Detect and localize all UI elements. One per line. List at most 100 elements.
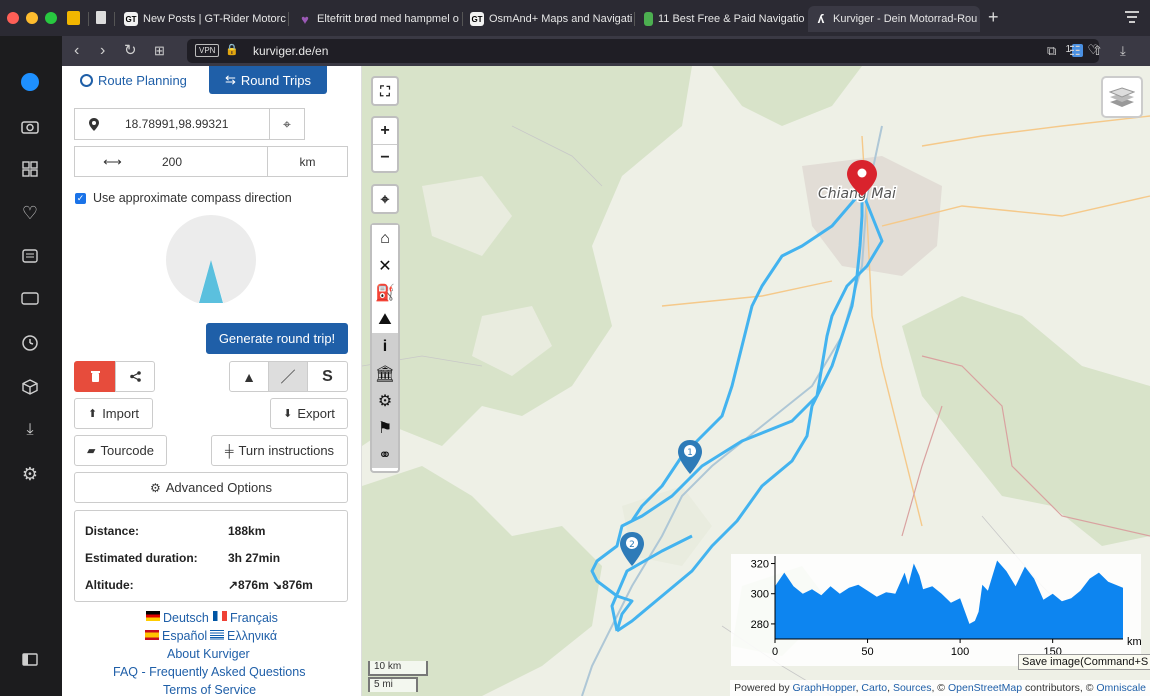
elevation-profile[interactable]: 320 300 280 0 50 100 150 km [731,554,1142,666]
info-icon[interactable]: i [372,333,398,360]
compass-direction-picker[interactable] [165,214,257,306]
tab-route-planning[interactable]: Route Planning [80,66,208,94]
sidebar-toggle-icon[interactable] [19,648,41,670]
waypoint-marker-2[interactable]: 2 [620,532,644,566]
distance-unit: km [267,146,348,177]
tab-osmand[interactable]: GT OsmAnd+ Maps and Navigatio [464,6,632,32]
export-button[interactable]: ⬇ Export [270,398,348,429]
home-icon[interactable]: ⌂ [372,225,398,252]
link-espanol[interactable]: Español [162,629,207,643]
location-marker-icon [74,108,114,140]
flag-icon[interactable]: ⚑ [372,414,398,441]
link-sources[interactable]: Sources [893,682,932,694]
camera-icon[interactable] [19,115,41,137]
zoom-in-button[interactable]: + [373,118,397,144]
locate-me-button[interactable]: ⌖ [269,108,305,140]
zoom-out-button[interactable]: − [373,144,397,170]
link-about[interactable]: About Kurviger [167,647,250,661]
back-button[interactable]: ‹ [74,41,79,61]
turn-instructions-button[interactable]: ╪ Turn instructions [211,435,348,466]
speed-dial-icon[interactable]: ⊞ [154,41,165,61]
compass-checkbox[interactable]: ✓ [75,193,86,204]
tab-navigation-apps[interactable]: 11 Best Free & Paid Navigatio [638,6,806,32]
shield-icon[interactable] [67,11,80,25]
snapshot-icon[interactable]: ⧉ [1047,41,1056,61]
minimize-window-button[interactable] [26,12,38,24]
import-button[interactable]: ⬆ Import [74,398,153,429]
reload-button[interactable]: ↻ [124,41,137,61]
share-button[interactable] [115,361,155,392]
download-icon[interactable]: ⤓ [19,419,41,441]
zoom-window-button[interactable] [45,12,57,24]
fullscreen-icon[interactable]: ⛶ [373,78,397,104]
link-openstreetmap[interactable]: OpenStreetMap [948,682,1022,694]
gear-icon: ⚙ [150,480,161,495]
layers-button[interactable] [1101,76,1143,118]
layers-icon [1109,87,1135,107]
link-francais[interactable]: Français [230,611,278,625]
delete-button[interactable] [74,361,116,392]
tab-menu-icon[interactable] [1125,11,1139,23]
tab-eltefritt[interactable]: ♥ Eltefritt brød med hampmel o [292,6,460,32]
close-window-button[interactable] [7,12,19,24]
lock-icon[interactable]: 🔒 [225,43,239,56]
repair-icon[interactable]: ✕ [372,252,398,279]
elevation-chart: 320300280 0 50 100 150km [751,556,1142,658]
reader-icon[interactable]: ☷ [1069,41,1081,61]
box-icon[interactable] [19,376,41,398]
tab-label: Eltefritt brød med hampmel o [317,13,459,25]
distance-input[interactable]: 200 [150,146,268,177]
museum-icon[interactable]: 🏛 [372,360,398,387]
link-faq[interactable]: FAQ - Frequently Asked Questions [113,665,305,679]
download-icon[interactable]: ⤓ [1120,41,1126,61]
messenger-icon[interactable] [19,71,41,93]
generate-round-trip-button[interactable]: Generate round trip! [206,323,348,354]
address-bar[interactable]: VPN 🔒 kurviger.de/en 1 ♡ [187,39,1099,63]
attribution-prefix: Powered by [734,682,790,694]
history-icon[interactable] [19,332,41,354]
tourcode-button[interactable]: ▰ Tourcode [74,435,167,466]
locate-control[interactable]: ⌖ [371,184,399,214]
advanced-options-button[interactable]: ⚙ Advanced Options [74,472,348,503]
link-terms[interactable]: Terms of Service [163,683,256,696]
settings-icon[interactable]: ⚙ [19,463,41,485]
link-greek[interactable]: Ελληνικά [227,629,277,643]
grid-icon[interactable] [19,158,41,180]
distance-value: 200 [162,154,183,169]
tab-round-trips[interactable]: ⇆ Round Trips [209,66,327,94]
forward-button[interactable]: › [100,41,105,61]
compass-checkbox-label: Use approximate compass direction [93,191,292,205]
link-deutsch[interactable]: Deutsch [163,611,209,625]
page-icon[interactable] [96,11,106,24]
button-label: Import [102,406,140,421]
tab-gt-rider[interactable]: GT New Posts | GT-Rider Motorc [118,6,286,32]
link-carto[interactable]: Carto [861,682,887,694]
binoculars-icon[interactable]: ⚭ [372,441,398,468]
gear-icon[interactable]: ⚙ [372,387,398,414]
new-tab-button[interactable]: + [988,8,999,26]
heart-icon[interactable]: ♡ [19,202,41,224]
news-icon[interactable] [19,245,41,267]
road-style-button[interactable]: ▲ [229,361,269,392]
fuel-icon[interactable]: ⛽ [372,279,398,306]
vpn-badge[interactable]: VPN [195,44,220,57]
mountain-icon[interactable]: ⛰ [372,306,398,333]
cast-icon[interactable] [19,288,41,310]
button-label: Generate round trip! [218,331,336,346]
unit-label: km [299,154,316,169]
battery-icon [644,12,653,26]
tab-strip: GT New Posts | GT-Rider Motorc ♥ Eltefri… [0,0,1150,36]
marker-label: 2 [629,540,635,550]
tab-kurviger[interactable]: ʎ Kurviger - Dein Motorrad-Rou [808,6,980,32]
link-graphhopper[interactable]: GraphHopper [793,682,856,694]
crosshair-icon[interactable]: ⌖ [373,186,397,212]
fullscreen-control[interactable]: ⛶ [371,76,399,106]
link-omniscale[interactable]: Omniscale [1096,682,1146,694]
share-icon[interactable]: ⇧ [1092,41,1103,61]
url-text[interactable]: kurviger.de/en [253,44,328,58]
very-curvy-style-button[interactable]: S [307,361,348,392]
location-input[interactable]: 18.78991,98.99321 [113,108,270,140]
map-view[interactable]: Chiang Mai 1 2 ⛶ + − ⌖ ⌂ ✕ ⛽ ⛰ i 🏛 ⚙ ⚑ ⚭… [362,66,1150,696]
curvy-style-button[interactable]: ／ [268,361,308,392]
x-axis-unit: km [1127,636,1141,648]
